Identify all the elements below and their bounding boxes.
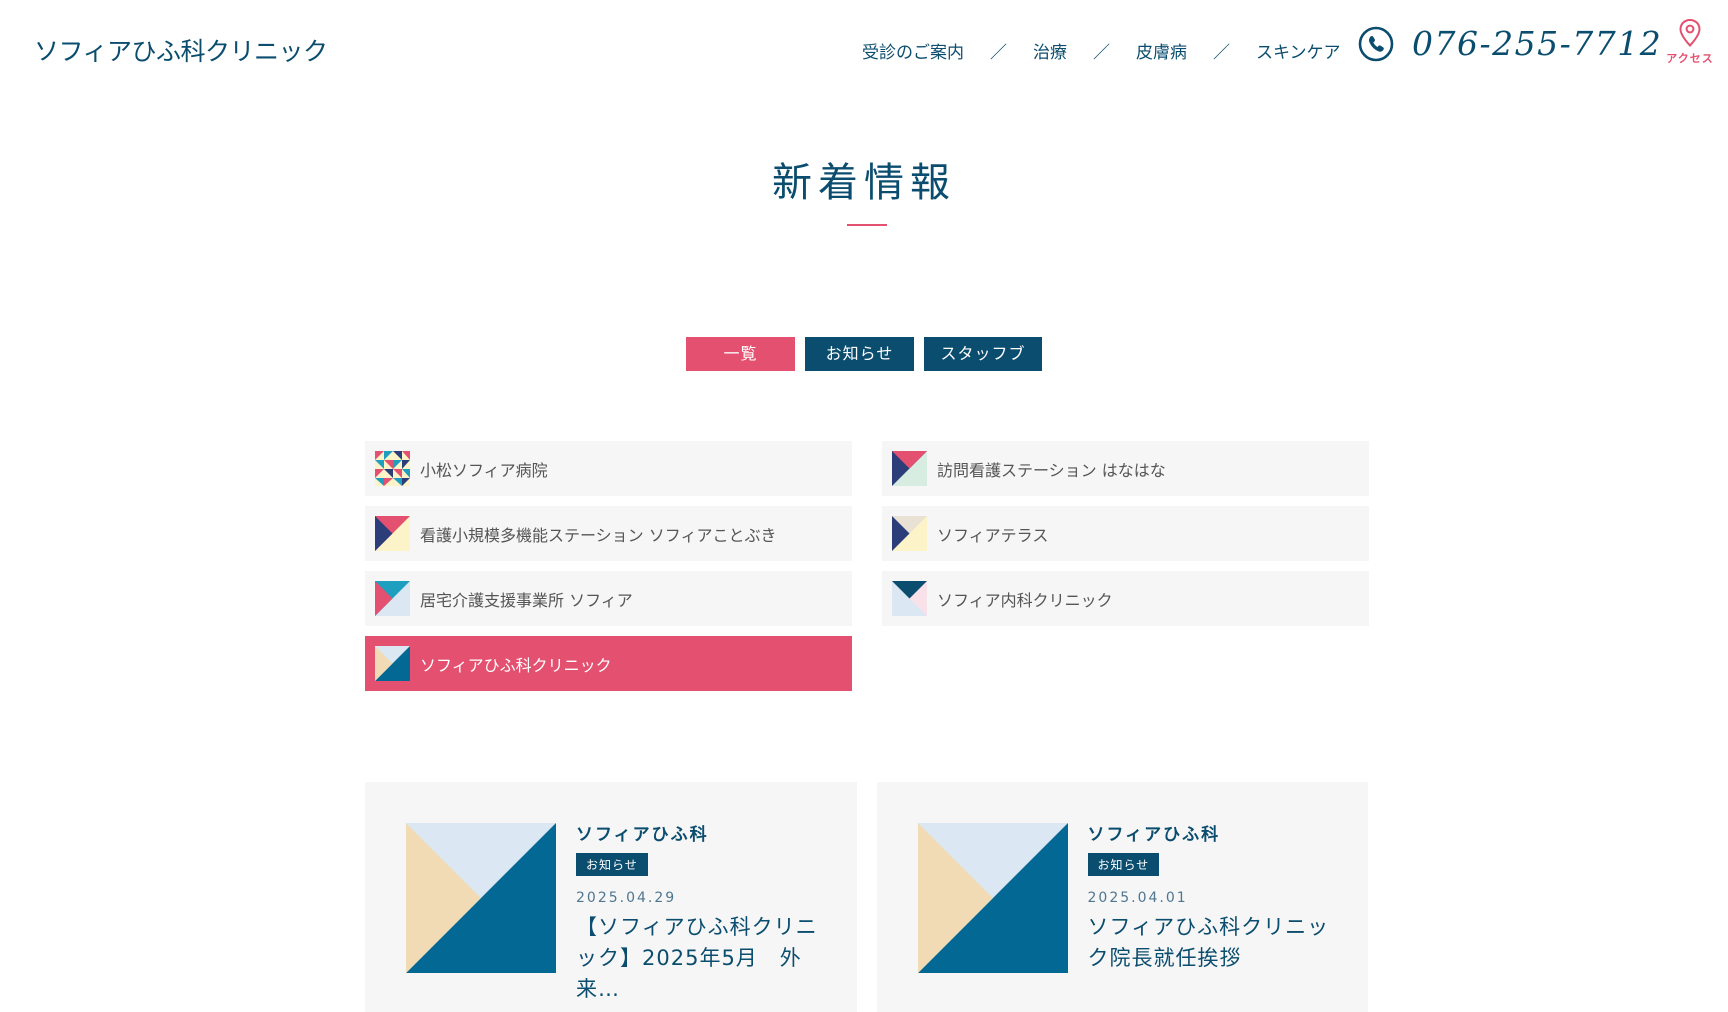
facility-filter-list: 小松ソフィア病院 訪問看護ステーション はなはな 看護小規模多機能ステーション … <box>365 441 1369 691</box>
facility-item-sophia-dermatology[interactable]: ソフィアひふ科クリニック <box>365 636 852 691</box>
phone-icon <box>1358 26 1394 61</box>
category-filter-tabs: 一覧 お知らせ スタッフブログ <box>0 337 1728 397</box>
news-title[interactable]: ソフィアひふ科クリニック院長就任挨拶 <box>1088 912 1338 974</box>
facility-label: ソフィアテラス <box>937 525 1049 545</box>
news-category-badge[interactable]: お知らせ <box>576 853 648 876</box>
nav-separator: ／ <box>1213 43 1230 63</box>
title-underline <box>847 224 887 226</box>
news-category-badge[interactable]: お知らせ <box>1087 853 1160 876</box>
site-header: ソフィアひふ科クリニック 受診のご案内 ／ 治療 ／ 皮膚病 ／ スキンケア 0… <box>0 0 1728 100</box>
site-logo[interactable]: ソフィアひふ科クリニック <box>34 32 328 68</box>
news-thumbnail <box>917 823 1068 973</box>
nav-item-guide[interactable]: 受診のご案内 <box>862 38 964 63</box>
triangle-icon <box>892 451 927 486</box>
map-pin-icon <box>1679 18 1701 47</box>
facility-label: 訪問看護ステーション はなはな <box>937 460 1166 480</box>
facility-label: 看護小規模多機能ステーション ソフィアことぶき <box>420 525 777 545</box>
facility-item-komatsu-sophia-hospital[interactable]: 小松ソフィア病院 <box>365 441 852 496</box>
news-clinic-name: ソフィアひふ科 <box>576 825 709 845</box>
news-card[interactable]: ソフィアひふ科 お知らせ 2025.04.29 【ソフィアひふ科クリニック】20… <box>365 782 857 1012</box>
tab-all[interactable]: 一覧 <box>686 337 795 371</box>
triangle-icon <box>375 646 410 681</box>
nav-item-skin-disease[interactable]: 皮膚病 <box>1136 38 1187 63</box>
facility-label: ソフィア内科クリニック <box>937 590 1113 610</box>
news-date: 2025.04.29 <box>576 890 677 906</box>
facility-label: 小松ソフィア病院 <box>420 460 548 480</box>
nav-separator: ／ <box>1093 43 1110 63</box>
facility-item-home-care-sophia[interactable]: 居宅介護支援事業所 ソフィア <box>365 571 852 626</box>
tab-staff-blog[interactable]: スタッフブログ <box>924 337 1042 397</box>
nav-separator: ／ <box>990 43 1007 63</box>
news-date: 2025.04.01 <box>1087 890 1188 906</box>
facility-label: 居宅介護支援事業所 ソフィア <box>420 590 633 610</box>
news-title[interactable]: 【ソフィアひふ科クリニック】2025年5月 外来… <box>576 912 826 1005</box>
triangle-icon <box>375 516 410 551</box>
news-body: ソフィアひふ科 お知らせ 2025.04.29 【ソフィアひふ科クリニック】20… <box>576 820 826 1005</box>
tab-notice[interactable]: お知らせ <box>805 337 914 371</box>
phone-number[interactable]: 076-255-7712 <box>1412 24 1662 63</box>
facility-label: ソフィアひふ科クリニック <box>420 655 612 675</box>
facility-item-hanahana[interactable]: 訪問看護ステーション はなはな <box>882 441 1369 496</box>
mosaic-icon <box>375 451 410 486</box>
facility-item-sophia-terrace[interactable]: ソフィアテラス <box>882 506 1369 561</box>
nav-item-treatment[interactable]: 治療 <box>1033 38 1067 63</box>
access-link[interactable]: アクセス <box>1660 18 1720 66</box>
news-body: ソフィアひふ科 お知らせ 2025.04.01 ソフィアひふ科クリニック院長就任… <box>1087 820 1338 974</box>
access-label: アクセス <box>1666 52 1714 65</box>
page-title: 新着情報 <box>772 160 956 206</box>
triangle-icon <box>892 581 927 616</box>
news-card[interactable]: ソフィアひふ科 お知らせ 2025.04.01 ソフィアひふ科クリニック院長就任… <box>876 782 1368 1012</box>
global-nav: 受診のご案内 ／ 治療 ／ 皮膚病 ／ スキンケア <box>862 38 1341 63</box>
nav-item-skincare[interactable]: スキンケア <box>1256 38 1341 63</box>
facility-item-sophia-internal-medicine[interactable]: ソフィア内科クリニック <box>882 571 1369 626</box>
triangle-icon <box>892 516 927 551</box>
facility-item-sophia-kotobuki[interactable]: 看護小規模多機能ステーション ソフィアことぶき <box>365 506 852 561</box>
triangle-icon <box>375 581 410 616</box>
news-list: ソフィアひふ科 お知らせ 2025.04.29 【ソフィアひふ科クリニック】20… <box>365 782 1368 1012</box>
news-clinic-name: ソフィアひふ科 <box>1087 825 1221 845</box>
phone-contact[interactable]: 076-255-7712 <box>1358 24 1662 63</box>
news-thumbnail <box>406 823 556 973</box>
